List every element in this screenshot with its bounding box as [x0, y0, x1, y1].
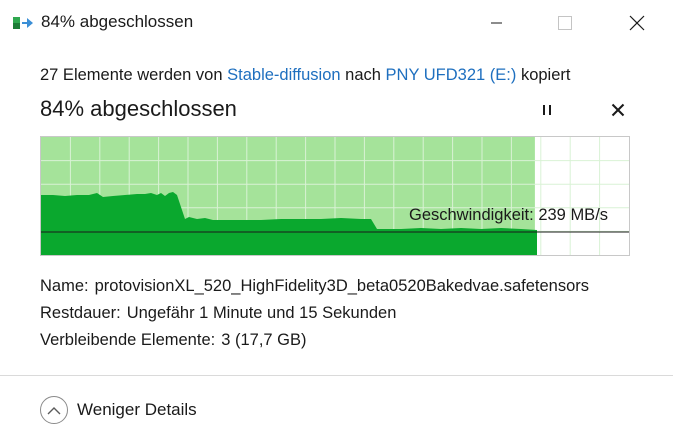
destination-drive-link[interactable]: PNY UFD321 (E:) — [386, 66, 517, 84]
speed-value: 239 MB/s — [538, 206, 609, 224]
detail-name: Name: protovisionXL_520_HighFidelity3D_be… — [40, 277, 589, 296]
copy-suffix: kopiert — [520, 66, 571, 84]
fewer-details-label: Weniger Details — [77, 400, 197, 419]
minimize-icon — [491, 22, 502, 24]
name-value: protovisionXL_520_HighFidelity3D_beta052… — [94, 277, 590, 295]
fewer-details-button[interactable]: Weniger Details — [40, 394, 197, 426]
speed-graph — [40, 136, 630, 256]
detail-remaining-items: Verbleibende Elemente: 3 (17,7 GB) — [40, 331, 307, 350]
pause-icon — [543, 105, 551, 115]
copy-dialog: 84% abgeschlossen 27 Elemente werden von… — [0, 0, 673, 444]
minimize-button[interactable] — [474, 0, 520, 46]
title-bar: 84% abgeschlossen — [0, 0, 673, 46]
chevron-up-icon — [40, 396, 68, 424]
cancel-button[interactable] — [606, 98, 630, 122]
remaining-time-value: Ungefähr 1 Minute und 15 Sekunden — [126, 304, 397, 322]
close-icon — [629, 15, 645, 31]
speed-readout: Geschwindigkeit: 239 MB/s — [409, 206, 608, 225]
remaining-time-label: Restdauer: — [40, 304, 121, 322]
speed-graph-canvas — [41, 137, 629, 255]
footer-divider — [0, 375, 673, 376]
remaining-items-value: 3 (17,7 GB) — [221, 331, 307, 349]
pause-button[interactable] — [536, 98, 558, 122]
maximize-icon — [558, 16, 572, 30]
detail-remaining-time: Restdauer: Ungefähr 1 Minute und 15 Sekun… — [40, 304, 396, 323]
window-title: 84% abgeschlossen — [41, 12, 194, 31]
remaining-items-label: Verbleibende Elemente: — [40, 331, 216, 349]
speed-label: Geschwindigkeit: — [409, 206, 534, 224]
close-button[interactable] — [614, 0, 660, 46]
name-label: Name: — [40, 277, 89, 295]
copy-prefix: 27 Elemente werden von — [40, 66, 223, 84]
maximize-button — [542, 0, 588, 46]
progress-title: 84% abgeschlossen — [40, 96, 237, 121]
cancel-icon — [611, 103, 625, 117]
copy-summary: 27 Elemente werden von Stable-diffusion … — [40, 66, 570, 85]
copy-middle: nach — [345, 66, 381, 84]
source-folder-link[interactable]: Stable-diffusion — [227, 66, 340, 84]
copy-progress-icon — [13, 15, 35, 31]
